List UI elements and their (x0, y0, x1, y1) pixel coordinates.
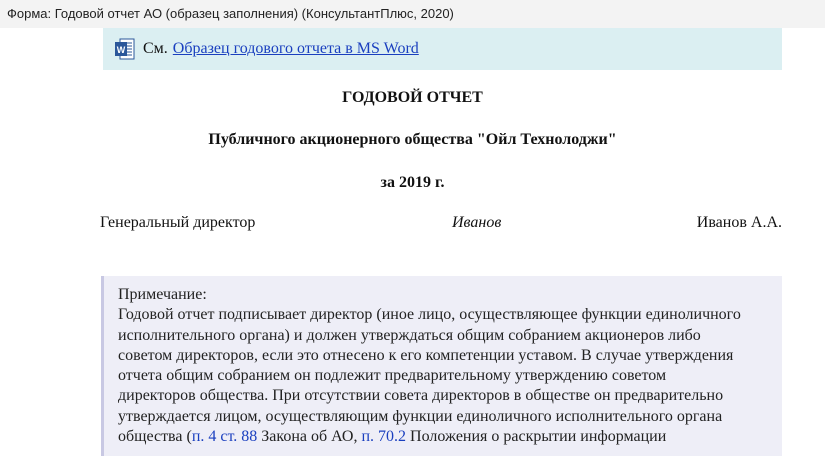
word-sample-link[interactable]: Образец годового отчета в MS Word (173, 40, 419, 58)
company-name: Публичного акционерного общества "Ойл Те… (208, 131, 617, 148)
signatory-name: Иванов А.А. (696, 214, 782, 231)
law-article-link[interactable]: п. 4 ст. 88 (192, 428, 257, 445)
note-title: Примечание: (118, 286, 207, 303)
note-line: Годовой отчет подписывает директор (иное… (118, 306, 741, 324)
window-title: Форма: Годовой отчет АО (образец заполне… (0, 0, 825, 28)
signatory-sign: Иванов (452, 214, 502, 231)
regulation-clause-link[interactable]: п. 70.2 (361, 428, 406, 445)
note-line: советом директоров, если это отнесено к … (118, 346, 734, 364)
note-line: исполнительного органа) и должен утвержд… (118, 326, 701, 344)
report-heading: ГОДОВОЙ ОТЧЕТ (342, 89, 483, 106)
signatory-position: Генеральный директор (100, 214, 256, 231)
see-prefix: См. (143, 40, 168, 57)
word-sample-banner: W См. Образец годового отчета в MS Word (103, 28, 782, 70)
note-line: утверждается лицом, осуществляющим функц… (118, 407, 723, 425)
report-year: за 2019 г. (380, 174, 445, 191)
note-line: отчета общим собранием он подлежит предв… (118, 367, 667, 385)
word-doc-icon[interactable]: W (115, 38, 135, 60)
note-text: Положения о раскрытии информации (406, 428, 667, 446)
note-text: общества ( (118, 428, 192, 446)
note-text: Закона об АО, (257, 428, 362, 446)
note-block: Примечание: Годовой отчет подписывает ди… (101, 276, 782, 456)
note-line: общества (п. 4 ст. 88 Закона об АО, п. 7… (118, 427, 772, 447)
note-line: директоров общества. При отсутствии сове… (118, 387, 724, 405)
svg-text:W: W (117, 45, 126, 55)
